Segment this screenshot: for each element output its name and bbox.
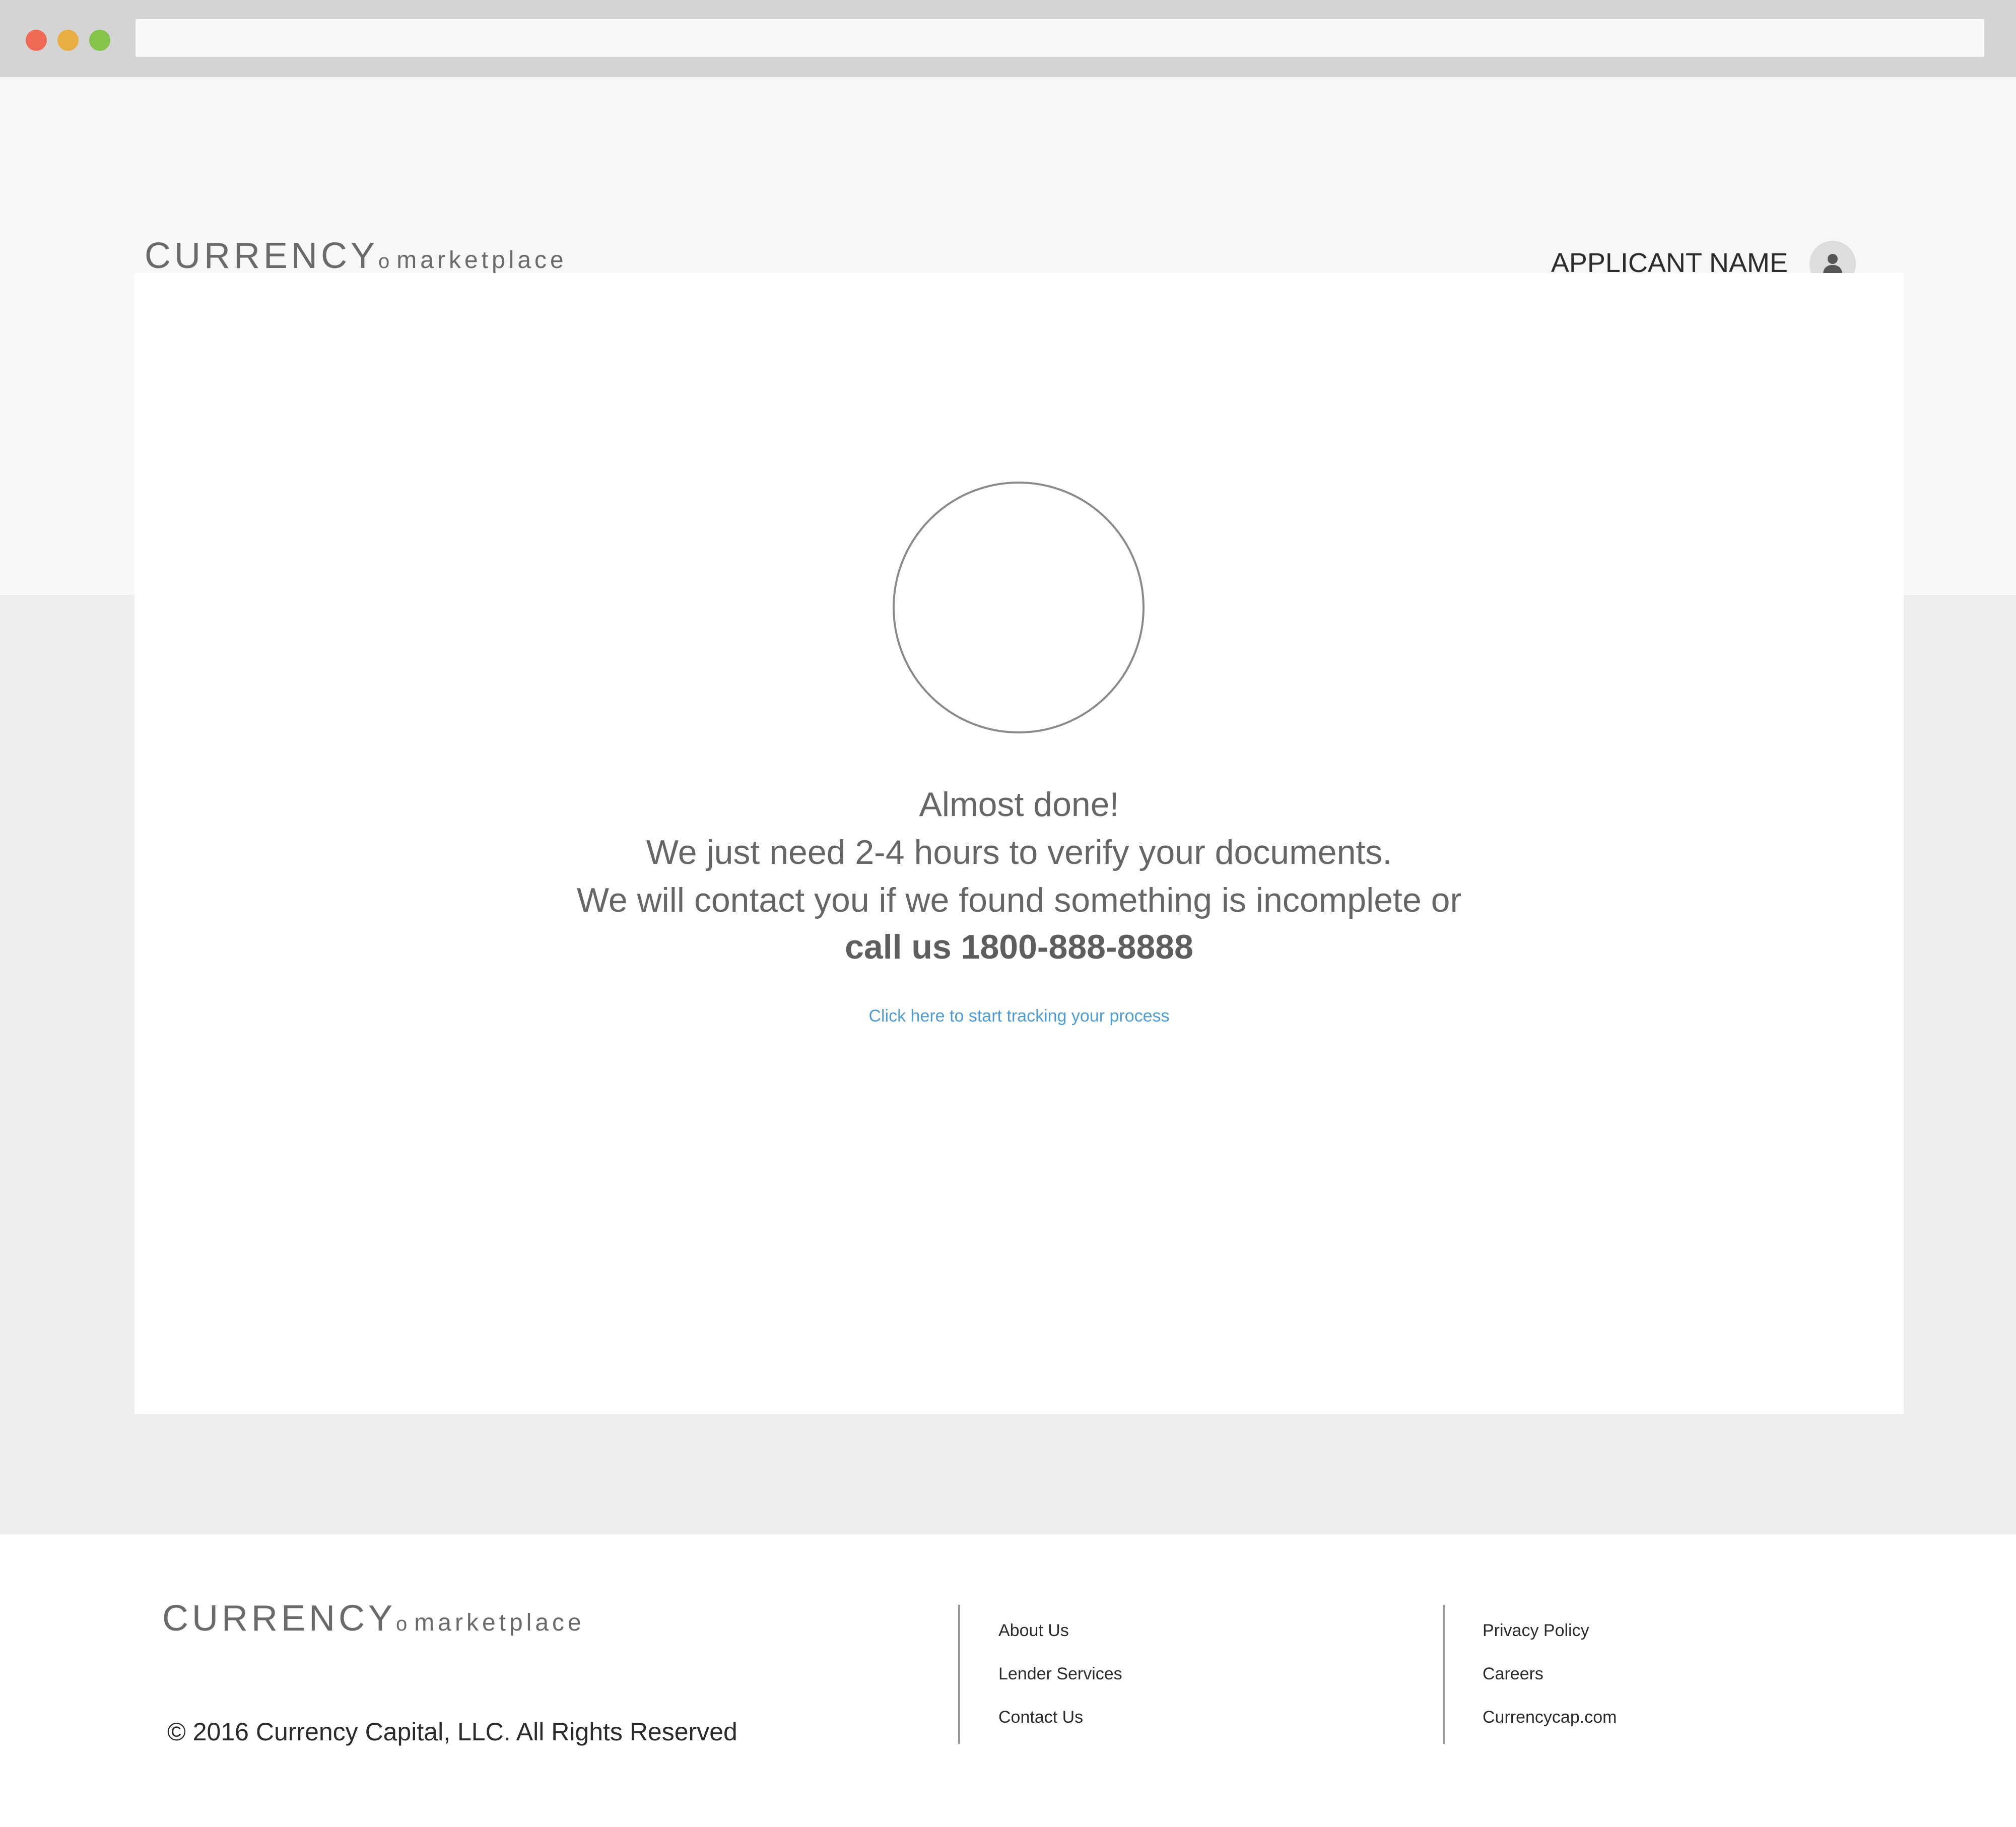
message-line-phone: call us 1800-888-8888 [845, 928, 1193, 966]
logo-mark: o [378, 250, 390, 273]
footer-logo[interactable]: CURRENCYo marketplace [162, 1598, 585, 1639]
footer: CURRENCYo marketplace © 2016 Currency Cap… [0, 1534, 2016, 1827]
header-logo[interactable]: CURRENCYo marketplace [145, 235, 567, 277]
tracking-link[interactable]: Click here to start tracking your proces… [135, 1006, 1904, 1026]
footer-link-lender-services[interactable]: Lender Services [998, 1664, 1122, 1684]
status-circle [893, 482, 1145, 733]
footer-logo-mark: o [396, 1613, 408, 1635]
address-bar[interactable] [136, 19, 1984, 57]
footer-links-column-1: About Us Lender Services Contact Us [998, 1620, 1122, 1750]
footer-divider [958, 1605, 960, 1744]
user-icon [1823, 254, 1842, 275]
browser-chrome [0, 0, 2016, 77]
footer-logo-sub: marketplace [414, 1609, 585, 1636]
message-line-contact: We will contact you if we found somethin… [576, 881, 1462, 919]
footer-link-about-us[interactable]: About Us [998, 1620, 1122, 1641]
message-line-almost-done: Almost done! [919, 785, 1119, 824]
footer-link-currencycap[interactable]: Currencycap.com [1483, 1707, 1617, 1727]
logo-sub: marketplace [396, 247, 567, 274]
footer-links-column-2: Privacy Policy Careers Currencycap.com [1483, 1620, 1617, 1750]
footer-link-contact-us[interactable]: Contact Us [998, 1707, 1122, 1727]
message-line-verify: We just need 2-4 hours to verify your do… [646, 833, 1392, 871]
footer-link-careers[interactable]: Careers [1483, 1664, 1617, 1684]
footer-divider [1443, 1605, 1445, 1744]
footer-link-privacy-policy[interactable]: Privacy Policy [1483, 1620, 1617, 1641]
copyright-text: © 2016 Currency Capital, LLC. All Rights… [167, 1718, 737, 1746]
maximize-window-button[interactable] [89, 30, 110, 51]
close-window-button[interactable] [26, 30, 47, 51]
minimize-window-button[interactable] [57, 30, 79, 51]
logo-brand: CURRENCY [145, 236, 379, 276]
footer-logo-brand: CURRENCY [162, 1598, 396, 1639]
confirmation-card: Almost done! We just need 2-4 hours to v… [135, 273, 1904, 1414]
